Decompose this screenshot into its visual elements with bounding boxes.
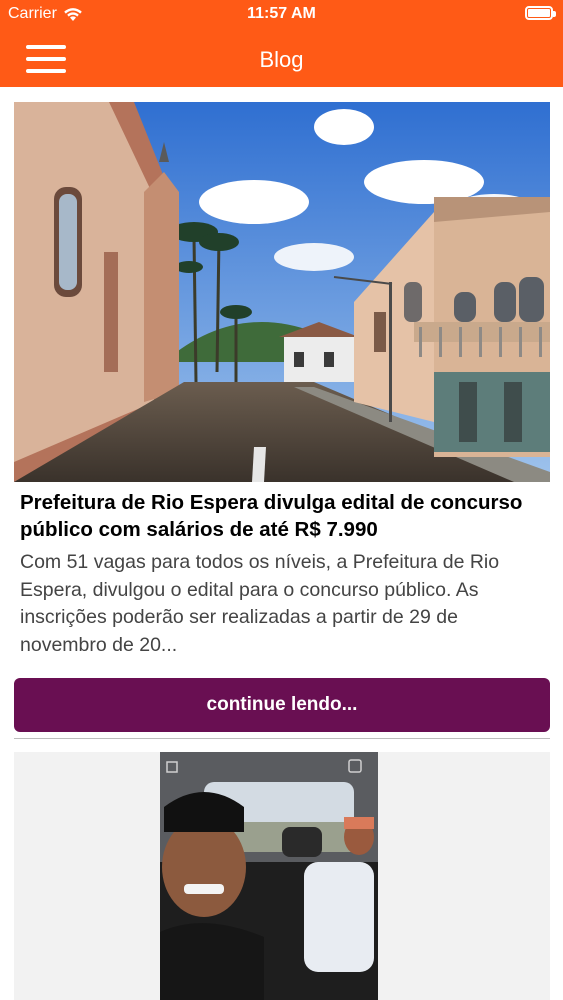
- post-excerpt: Com 51 vagas para todos os níveis, a Pre…: [20, 551, 500, 656]
- post-card[interactable]: Prefeitura de Rio Espera divulga edital …: [14, 102, 550, 659]
- continue-reading-button[interactable]: continue lendo...: [14, 678, 550, 732]
- post-image-2[interactable]: [14, 752, 550, 1000]
- nav-bar: Blog: [0, 30, 563, 87]
- status-time: 11:57 AM: [247, 5, 316, 22]
- post-title[interactable]: Prefeitura de Rio Espera divulga edital …: [20, 489, 544, 543]
- status-bar: Carrier 11:57 AM: [0, 0, 563, 30]
- post-image[interactable]: [14, 102, 550, 482]
- battery-icon: [525, 6, 556, 20]
- divider: [14, 738, 550, 739]
- page-title: Blog: [259, 47, 304, 72]
- post-card-2[interactable]: [14, 752, 550, 1000]
